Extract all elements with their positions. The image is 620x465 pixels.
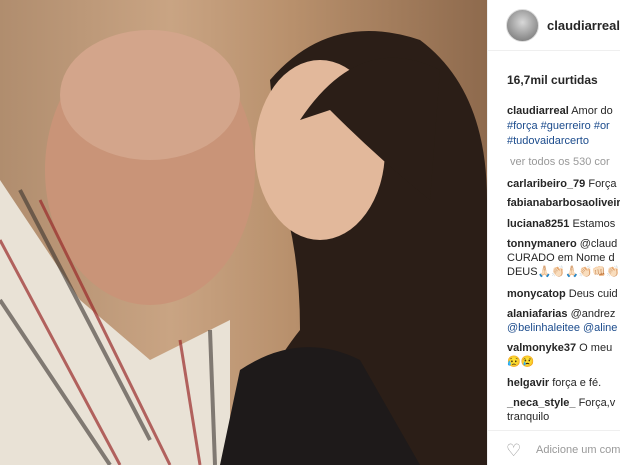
comment: alaniafarias @andrez [507, 307, 615, 321]
post-side-panel: claudiarreal 16,7mil curtidas claudiarre… [487, 0, 620, 465]
comment-user[interactable]: tonnymanero [507, 238, 577, 250]
caption-hashtags-2[interactable]: #tudovaidarcerto [507, 134, 589, 148]
post-photo [0, 0, 487, 465]
post-header: claudiarreal [488, 0, 620, 51]
comment-user[interactable]: alaniafarias [507, 308, 568, 320]
view-all-comments[interactable]: ver todos os 530 cor [510, 155, 610, 169]
comment-continuation: 😥😢 [507, 356, 535, 368]
comment-text: Força,v [578, 397, 616, 409]
comment: luciana8251 Estamos [507, 217, 615, 231]
post-username[interactable]: claudiarreal [547, 18, 620, 33]
comment: valmonyke37 O meu [507, 341, 612, 355]
comment-continuation: CURADO em Nome d [507, 252, 615, 264]
comment-text: @andrez [570, 308, 616, 320]
comment-text: O meu [579, 342, 613, 354]
like-count[interactable]: 16,7mil curtidas [507, 73, 598, 87]
comment-text: força e fé. [552, 377, 602, 389]
heart-icon[interactable]: ♡ [506, 441, 521, 461]
comment-user[interactable]: fabianabarbosaoliveir [507, 197, 620, 209]
comment-user[interactable]: carlaribeiro_79 [507, 178, 585, 190]
caption: claudiarreal Amor do [507, 104, 613, 118]
profile-avatar[interactable] [506, 8, 539, 42]
comment: carlaribeiro_79 Força [507, 177, 616, 191]
add-comment-input[interactable]: Adicione um com [536, 444, 620, 456]
comment-user[interactable]: valmonyke37 [507, 342, 576, 354]
comment-continuation: @belinhaleitee @aline [507, 322, 618, 334]
comment: fabianabarbosaoliveir [507, 196, 620, 210]
comment-text: @claud [579, 238, 618, 250]
comment-text: Deus cuid [568, 288, 618, 300]
comment-user[interactable]: luciana8251 [507, 218, 569, 230]
caption-text: Amor do [571, 105, 613, 117]
comment-continuation: DEUS🙏🏻👏🏻🙏🏻👏🏻👊🏻👏🏻 [507, 266, 620, 278]
comment: helgavir força e fé. [507, 376, 601, 390]
comment-user[interactable]: monycatop [507, 288, 566, 300]
comment: monycatop Deus cuid [507, 287, 618, 301]
comment-text: Força [588, 178, 617, 190]
comment-text: Estamos [572, 218, 616, 230]
comment-user[interactable]: _neca_style_ [507, 397, 576, 409]
comment: _neca_style_ Força,v [507, 396, 615, 410]
comment-footer: ♡ Adicione um com [488, 430, 620, 465]
comment: tonnymanero @claud [507, 237, 617, 251]
comment-continuation: tranquilo [507, 411, 550, 423]
caption-hashtags-1[interactable]: #força #guerreiro #or [507, 119, 610, 133]
caption-user[interactable]: claudiarreal [507, 105, 569, 117]
comment-user[interactable]: helgavir [507, 377, 549, 389]
